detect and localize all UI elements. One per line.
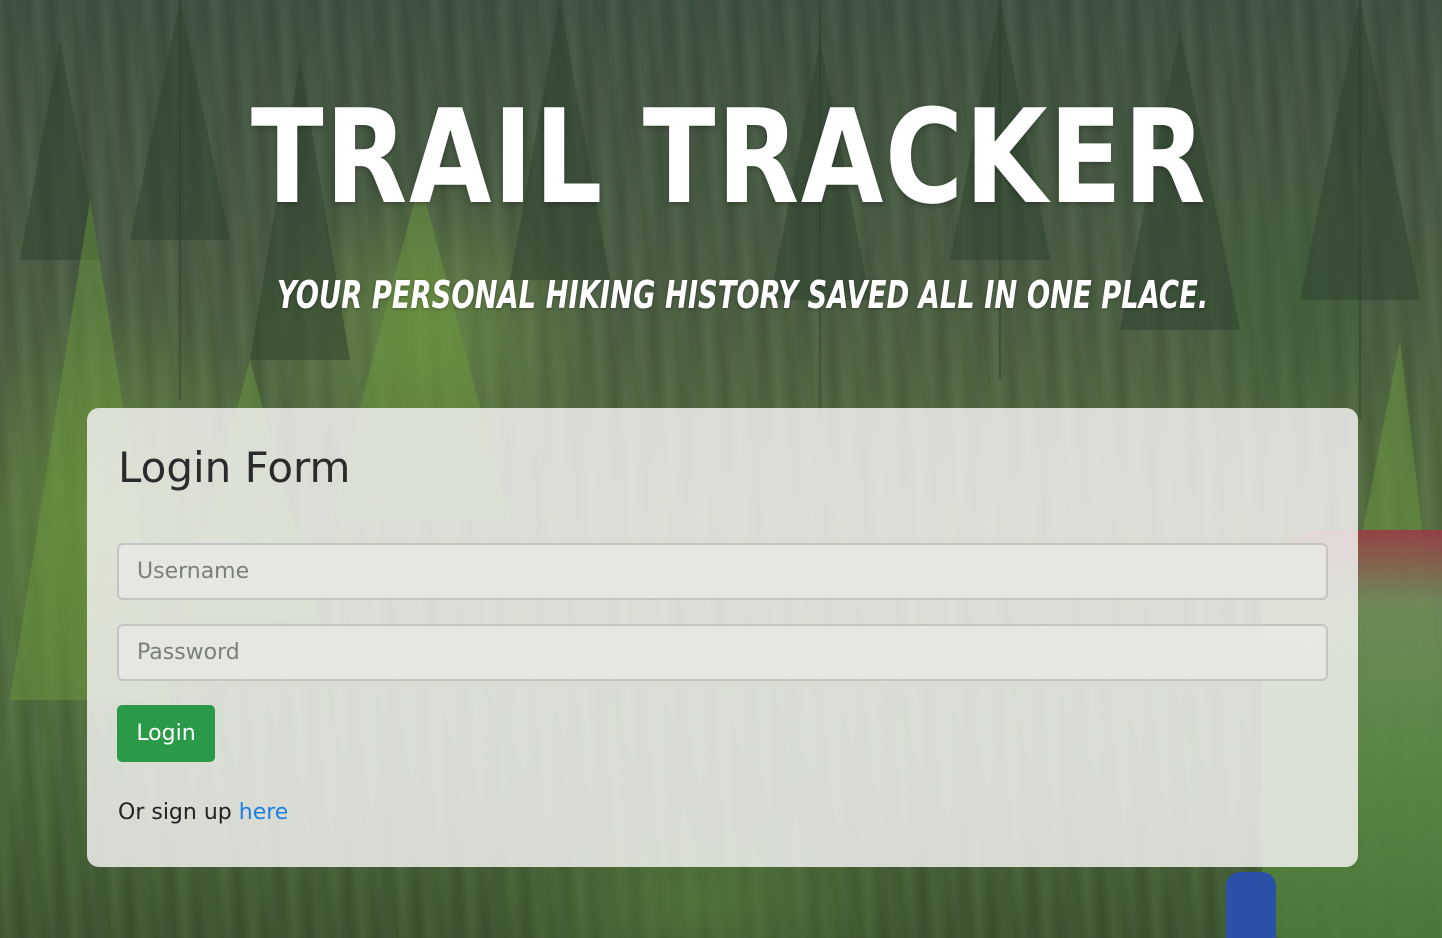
- site-tagline: YOUR PERSONAL HIKING HISTORY SAVED ALL I…: [276, 273, 1209, 317]
- username-input[interactable]: [117, 543, 1328, 600]
- water-bottle-decoration: [1226, 872, 1276, 938]
- signup-prefix-text: Or sign up: [118, 800, 232, 825]
- signup-prompt: Or sign up here: [118, 796, 288, 830]
- login-card: Login Form Login Or sign up here: [87, 408, 1358, 867]
- site-title: TRAIL TRACKER: [250, 81, 1208, 233]
- login-form-title: Login Form: [118, 443, 351, 492]
- signup-link[interactable]: here: [239, 800, 289, 825]
- password-input[interactable]: [117, 624, 1328, 681]
- login-button[interactable]: Login: [117, 705, 215, 762]
